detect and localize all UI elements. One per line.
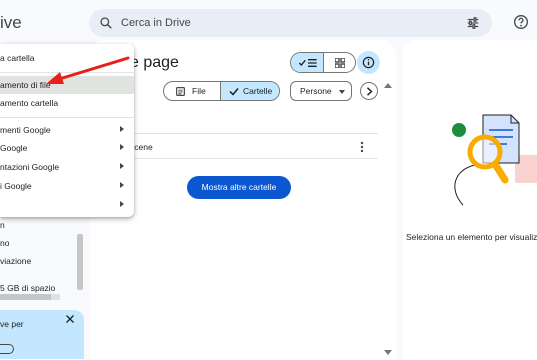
- menu-separator: [0, 117, 134, 118]
- people-filter[interactable]: Persone: [290, 81, 352, 101]
- search-input[interactable]: [121, 14, 441, 32]
- storage-bar: [0, 294, 60, 300]
- page-title: e page: [130, 54, 179, 71]
- promo-text: ve per: [0, 319, 24, 329]
- view-toggle[interactable]: [290, 52, 356, 73]
- check-list-icon: [298, 59, 317, 67]
- search-icon[interactable]: [99, 16, 113, 30]
- scroll-filters-button[interactable]: [360, 82, 378, 100]
- show-more-folders-button[interactable]: Mostra altre cartelle: [187, 176, 291, 199]
- help-icon[interactable]: [513, 14, 529, 30]
- annotation-arrow-icon: [46, 56, 130, 84]
- promo-card: ve per: [0, 310, 84, 359]
- menu-item-google-forms[interactable]: i Google: [0, 177, 134, 195]
- type-filter[interactable]: File Cartelle: [163, 81, 280, 101]
- menu-item-google-sheets[interactable]: Google: [0, 139, 134, 157]
- caret-down-icon: [339, 90, 345, 94]
- chevron-right-icon: [367, 87, 373, 96]
- info-icon: [362, 56, 375, 69]
- more-options-icon[interactable]: [356, 140, 368, 154]
- submenu-arrow-icon: [120, 144, 124, 150]
- filter-folders-label: Cartelle: [243, 86, 273, 96]
- search-bar[interactable]: [89, 9, 492, 37]
- file-icon: [176, 87, 185, 96]
- scroll-up-icon[interactable]: [384, 82, 392, 88]
- storage-label: 5 GB di spazio: [0, 283, 56, 293]
- details-button[interactable]: [357, 51, 380, 74]
- sidebar-scrollbar[interactable]: [77, 234, 83, 290]
- submenu-arrow-icon: [120, 126, 124, 132]
- app-title: ive: [0, 13, 22, 32]
- sidebar-item-shared[interactable]: n: [0, 220, 5, 230]
- people-filter-label: Persone: [300, 86, 332, 96]
- promo-button[interactable]: [0, 344, 14, 354]
- menu-item-google-slides[interactable]: ntazioni Google: [0, 158, 134, 176]
- scroll-down-icon[interactable]: [384, 350, 392, 356]
- search-options-icon[interactable]: [466, 16, 480, 30]
- submenu-arrow-icon: [120, 163, 124, 169]
- filter-files-button[interactable]: File: [164, 82, 221, 100]
- submenu-arrow-icon: [120, 201, 124, 207]
- grid-icon: [335, 58, 345, 68]
- filter-files-label: File: [192, 86, 206, 96]
- menu-item-google-docs[interactable]: menti Google: [0, 121, 134, 139]
- check-icon: [229, 88, 239, 96]
- sidebar-item-starred[interactable]: viazione: [0, 256, 31, 266]
- menu-item-folder-upload[interactable]: amento cartella: [0, 94, 134, 112]
- filter-folders-button[interactable]: Cartelle: [221, 82, 279, 100]
- grid-view-button[interactable]: [324, 53, 355, 72]
- menu-item-more[interactable]: [0, 196, 134, 214]
- main-panel: e page menti File Cartelle Persone scene…: [90, 40, 396, 360]
- submenu-arrow-icon: [120, 182, 124, 188]
- select-item-illustration-icon: [452, 114, 537, 206]
- close-icon[interactable]: [64, 313, 76, 325]
- list-view-button[interactable]: [291, 53, 324, 72]
- details-empty-text: Seleziona un elemento per visualizz: [406, 232, 537, 242]
- details-panel: Seleziona un elemento per visualizz: [403, 40, 537, 360]
- sidebar-item-recent[interactable]: no: [0, 238, 9, 248]
